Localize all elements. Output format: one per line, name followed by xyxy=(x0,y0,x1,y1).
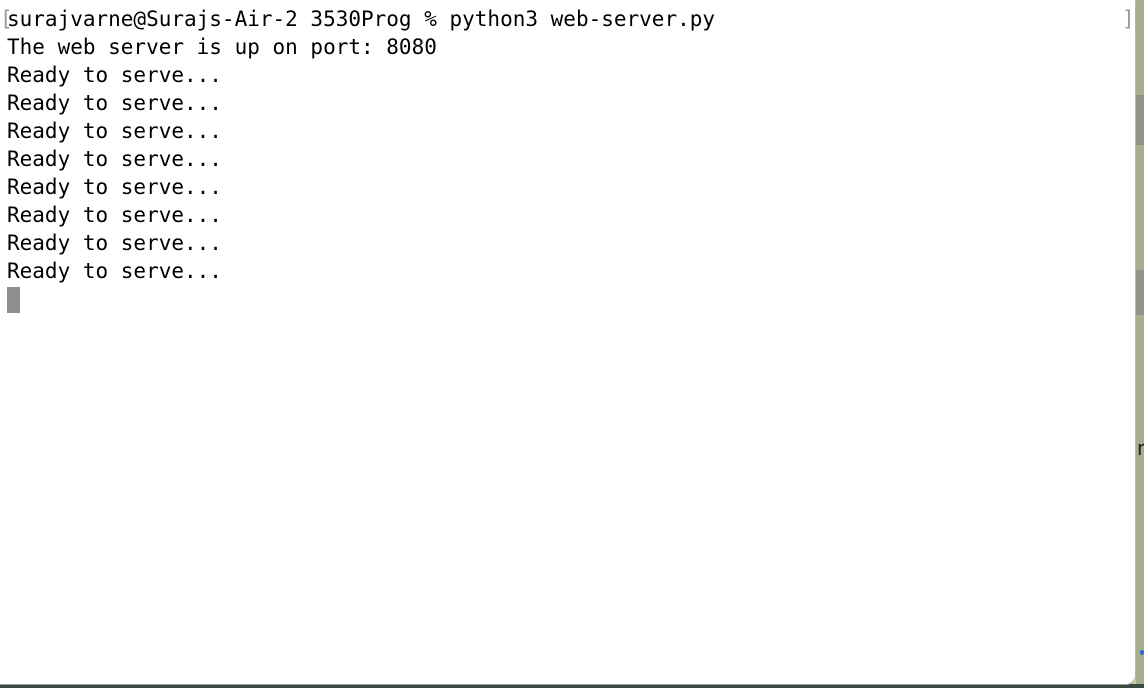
terminal-output-line: Ready to serve... xyxy=(7,203,222,227)
terminal-window[interactable]: [ ] surajvarne@Surajs-Air-2 3530Prog % p… xyxy=(0,0,1136,685)
terminal-output-line: Ready to serve... xyxy=(7,231,222,255)
terminal-cursor xyxy=(7,287,20,313)
background-window-text: n xyxy=(1137,436,1144,460)
background-window-band xyxy=(1136,270,1144,315)
background-window-dot xyxy=(1140,650,1144,655)
terminal-output-line: Ready to serve... xyxy=(7,259,222,283)
terminal-output-line: Ready to serve... xyxy=(7,63,222,87)
terminal-command-line: surajvarne@Surajs-Air-2 3530Prog % pytho… xyxy=(7,7,716,31)
terminal-output-line: Ready to serve... xyxy=(7,91,222,115)
terminal-output-line: Ready to serve... xyxy=(7,147,222,171)
terminal-output-line: The web server is up on port: 8080 xyxy=(7,35,437,59)
selection-bracket-right: ] xyxy=(1122,7,1135,31)
background-window-band xyxy=(1136,95,1144,145)
terminal-output-line: Ready to serve... xyxy=(7,119,222,143)
terminal-output[interactable]: surajvarne@Surajs-Air-2 3530Prog % pytho… xyxy=(7,5,1119,313)
desktop-background: n [ ] surajvarne@Surajs-Air-2 3530Prog %… xyxy=(0,0,1144,688)
terminal-output-line: Ready to serve... xyxy=(7,175,222,199)
